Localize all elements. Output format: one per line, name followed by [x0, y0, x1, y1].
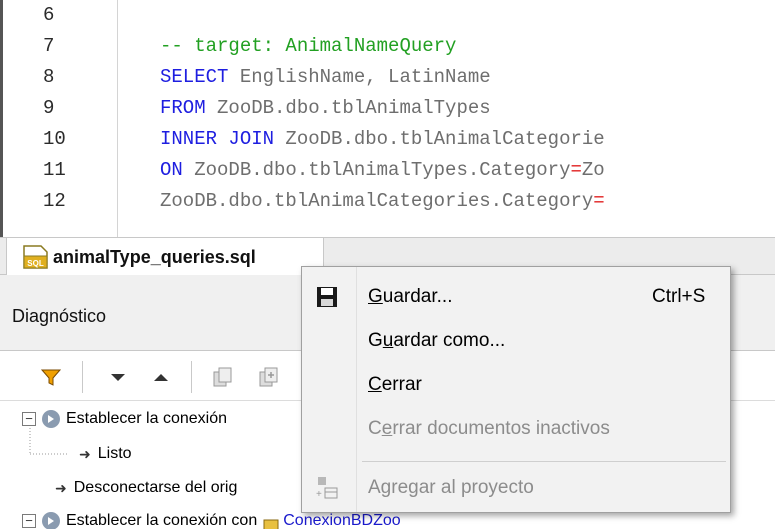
code-line[interactable]: 9 FROM ZooDB.dbo.tblAnimalTypes [3, 93, 775, 123]
tree-row-label: Listo [97, 445, 132, 462]
tree-row-label: Establecer la conexión con [66, 512, 258, 529]
toolbar-separator [191, 361, 192, 393]
code-token: ZooDB.dbo.tblAnimalCategorie [274, 128, 605, 150]
code-text[interactable]: ON ZooDB.dbo.tblAnimalTypes.Category=Zo [160, 155, 605, 185]
line-number: 8 [43, 66, 55, 88]
tab-context-menu: Guardar... Ctrl+S Guardar como... Cerrar… [301, 266, 731, 513]
code-token: ZooDB.dbo.tblAnimalTypes [205, 97, 491, 119]
filter-icon[interactable] [38, 364, 64, 390]
tree-row-disconnect[interactable]: ➜ Desconectarse del orig [55, 474, 237, 502]
menu-item-label: Guardar como... [368, 330, 506, 351]
menu-separator [362, 461, 726, 462]
menu-item-close-inactive: Cerrar documentos inactivos [302, 407, 730, 451]
copy-all-icon[interactable] [256, 364, 282, 390]
document-tab-label: animalType_queries.sql [53, 246, 256, 267]
code-line[interactable]: 8 SELECT EnglishName, LatinName [3, 62, 775, 92]
menu-item-save-as[interactable]: Guardar como... [302, 319, 730, 363]
code-token: -- target: AnimalNameQuery [160, 35, 457, 57]
menu-item-label: Cerrar [368, 374, 422, 395]
code-token: = [570, 159, 582, 181]
right-arrow-icon: ➜ [79, 446, 91, 462]
svg-text:+: + [316, 489, 322, 500]
code-token: ON [160, 159, 183, 181]
code-line[interactable]: 7 -- target: AnimalNameQuery [3, 31, 775, 61]
menu-item-save[interactable]: Guardar... Ctrl+S [302, 275, 730, 319]
code-token: EnglishName, LatinName [228, 66, 491, 88]
tree-row-label: Establecer la conexión [66, 410, 227, 427]
code-token: ZooDB.dbo.tblAnimalCategories.Category [160, 190, 594, 212]
status-arrow-icon [42, 410, 60, 428]
code-token: SELECT [160, 66, 229, 88]
sql-editor[interactable]: 6 7 -- target: AnimalNameQuery 8 SELECT Engl… [0, 0, 775, 237]
next-arrow-down-icon[interactable] [105, 364, 131, 390]
svg-text:SQL: SQL [27, 259, 44, 268]
collapse-icon[interactable]: − [22, 514, 36, 528]
code-text[interactable]: ZooDB.dbo.tblAnimalCategories.Category= [160, 186, 605, 216]
code-line[interactable]: 12 ZooDB.dbo.tblAnimalCategories.Category… [3, 186, 775, 216]
code-text[interactable]: SELECT EnglishName, LatinName [160, 62, 491, 92]
code-text[interactable]: -- target: AnimalNameQuery [160, 31, 456, 61]
menu-item-add-to-project: + Agregar al proyecto [302, 466, 730, 510]
code-line[interactable]: 10 INNER JOIN ZooDB.dbo.tblAnimalCategori… [3, 124, 775, 154]
code-token: FROM [160, 97, 206, 119]
database-connection-icon [263, 514, 279, 529]
collapse-icon[interactable]: − [22, 412, 36, 426]
add-to-project-icon: + [315, 476, 339, 500]
document-tab-animaltype-queries[interactable]: SQL animalType_queries.sql [6, 238, 324, 276]
tree-row-ready[interactable]: ➜ Listo [79, 440, 132, 468]
menu-item-shortcut: Ctrl+S [652, 286, 706, 307]
previous-arrow-up-icon[interactable] [148, 364, 174, 390]
sql-file-icon: SQL [21, 244, 49, 270]
tree-row-label: Desconectarse del orig [73, 479, 238, 496]
menu-item-label: Agregar al proyecto [368, 477, 534, 498]
copy-message-icon[interactable] [210, 364, 236, 390]
code-text[interactable]: INNER JOIN ZooDB.dbo.tblAnimalCategorie [160, 124, 605, 154]
menu-item-close[interactable]: Cerrar [302, 363, 730, 407]
line-number: 11 [43, 159, 66, 181]
line-number: 10 [43, 128, 66, 150]
line-number: 7 [43, 35, 55, 57]
code-token: Zo [581, 159, 605, 181]
right-arrow-icon: ➜ [55, 480, 67, 496]
status-arrow-icon [42, 512, 60, 529]
tree-row-connect[interactable]: − Establecer la conexión [22, 405, 227, 433]
code-text[interactable]: FROM ZooDB.dbo.tblAnimalTypes [160, 93, 491, 123]
menu-item-label: Cerrar documentos inactivos [368, 418, 610, 439]
line-number: 12 [43, 190, 66, 212]
line-number: 6 [43, 4, 55, 26]
toolbar-separator [82, 361, 83, 393]
code-line[interactable]: 6 [3, 0, 775, 30]
diagnostics-title: Diagnóstico [12, 306, 107, 326]
code-token: = [593, 190, 605, 212]
floppy-disk-icon [315, 285, 339, 309]
code-token: ZooDB.dbo.tblAnimalTypes.Category [182, 159, 571, 181]
menu-item-label: Guardar... [368, 286, 453, 307]
code-token: INNER JOIN [160, 128, 275, 150]
line-number: 9 [43, 97, 55, 119]
code-line[interactable]: 11 ON ZooDB.dbo.tblAnimalTypes.Category=Z… [3, 155, 775, 185]
